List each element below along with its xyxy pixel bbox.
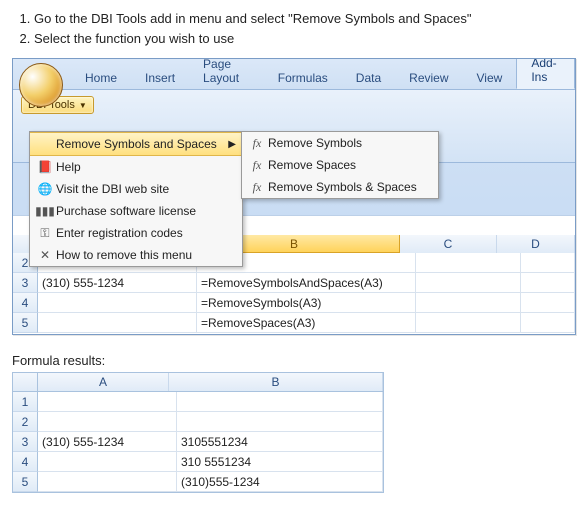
submenu-item-label: Remove Symbols & Spaces bbox=[268, 180, 417, 194]
select-all-corner[interactable] bbox=[13, 373, 38, 391]
submenu-remove-symbols[interactable]: fx Remove Symbols bbox=[242, 132, 438, 154]
cell[interactable]: =RemoveSpaces(A3) bbox=[197, 313, 416, 333]
menu-item-label: Help bbox=[56, 160, 81, 174]
table-row: 4 310 5551234 bbox=[13, 452, 383, 472]
cell[interactable] bbox=[38, 313, 197, 333]
ribbon-tabs: Home Insert Page Layout Formulas Data Re… bbox=[13, 59, 575, 90]
submenu-item-label: Remove Spaces bbox=[268, 158, 356, 172]
cell[interactable]: 310 5551234 bbox=[177, 452, 383, 472]
cell[interactable] bbox=[416, 313, 521, 333]
cell[interactable] bbox=[521, 273, 575, 293]
row-header[interactable]: 5 bbox=[13, 472, 38, 492]
menu-help[interactable]: 📕 Help bbox=[30, 156, 242, 178]
cell[interactable] bbox=[38, 412, 177, 432]
row-header[interactable]: 4 bbox=[13, 452, 38, 472]
tab-page-layout[interactable]: Page Layout bbox=[189, 58, 264, 89]
close-icon: ✕ bbox=[34, 248, 56, 262]
menu-item-label: Purchase software license bbox=[56, 204, 196, 218]
tab-review[interactable]: Review bbox=[395, 66, 462, 89]
menu-visit-site[interactable]: 🌐 Visit the DBI web site bbox=[30, 178, 242, 200]
table-row: 2 bbox=[13, 412, 383, 432]
help-icon: 📕 bbox=[34, 160, 56, 174]
cell[interactable]: =RemoveSymbols(A3) bbox=[197, 293, 416, 313]
cell[interactable]: (310) 555-1234 bbox=[38, 432, 177, 452]
row-header[interactable]: 3 bbox=[13, 273, 38, 293]
submenu-arrow-icon: ▶ bbox=[228, 139, 236, 150]
cell[interactable] bbox=[416, 293, 521, 313]
col-header-a[interactable]: A bbox=[38, 373, 169, 391]
fx-icon: fx bbox=[246, 180, 268, 195]
menu-remove-symbols-spaces[interactable]: Remove Symbols and Spaces ▶ bbox=[30, 132, 242, 156]
cell[interactable] bbox=[521, 293, 575, 313]
row-header[interactable]: 3 bbox=[13, 432, 38, 452]
table-row: 5 =RemoveSpaces(A3) bbox=[13, 313, 575, 333]
menu-item-label: Enter registration codes bbox=[56, 226, 183, 240]
menu-item-label: Remove Symbols and Spaces bbox=[56, 137, 217, 151]
cell[interactable] bbox=[416, 273, 521, 293]
cell[interactable] bbox=[38, 293, 197, 313]
chevron-down-icon: ▼ bbox=[79, 101, 87, 110]
table-row: 3 (310) 555-1234 =RemoveSymbolsAndSpaces… bbox=[13, 273, 575, 293]
instruction-step-2: Select the function you wish to use bbox=[34, 30, 576, 48]
cell[interactable] bbox=[38, 392, 177, 412]
cell[interactable]: (310) 555-1234 bbox=[38, 273, 197, 293]
row-header[interactable]: 4 bbox=[13, 293, 38, 313]
dbi-tools-menu: Remove Symbols and Spaces ▶ 📕 Help 🌐 Vis… bbox=[29, 131, 243, 267]
instruction-step-1: Go to the DBI Tools add in menu and sele… bbox=[34, 10, 576, 28]
cell[interactable] bbox=[38, 452, 177, 472]
table-row: 1 bbox=[13, 392, 383, 412]
results-grid: A B 1 2 3 (310) 555-1234 3105551234 4 31… bbox=[12, 372, 384, 493]
submenu-remove-spaces[interactable]: fx Remove Spaces bbox=[242, 154, 438, 176]
table-row: 3 (310) 555-1234 3105551234 bbox=[13, 432, 383, 452]
table-row: 5 (310)555-1234 bbox=[13, 472, 383, 492]
cell[interactable]: =RemoveSymbolsAndSpaces(A3) bbox=[197, 273, 416, 293]
row-header[interactable]: 5 bbox=[13, 313, 38, 333]
cell[interactable]: (310)555-1234 bbox=[177, 472, 383, 492]
menu-item-label: How to remove this menu bbox=[56, 248, 192, 262]
tab-formulas[interactable]: Formulas bbox=[264, 66, 342, 89]
globe-icon: 🌐 bbox=[34, 182, 56, 196]
col-header-d[interactable]: D bbox=[497, 235, 575, 253]
cell[interactable] bbox=[521, 253, 575, 273]
table-row: 4 =RemoveSymbols(A3) bbox=[13, 293, 575, 313]
results-heading: Formula results: bbox=[12, 353, 576, 368]
tab-view[interactable]: View bbox=[463, 66, 517, 89]
menu-purchase[interactable]: ▮▮▮ Purchase software license bbox=[30, 200, 242, 222]
menu-how-to-remove[interactable]: ✕ How to remove this menu bbox=[30, 244, 242, 266]
fx-icon: fx bbox=[246, 136, 268, 151]
excel-window: Home Insert Page Layout Formulas Data Re… bbox=[12, 58, 576, 335]
cell[interactable] bbox=[416, 253, 521, 273]
tab-insert[interactable]: Insert bbox=[131, 66, 189, 89]
row-header[interactable]: 2 bbox=[13, 412, 38, 432]
col-header-c[interactable]: C bbox=[400, 235, 497, 253]
key-icon: ⚿ bbox=[34, 226, 56, 241]
menu-enter-codes[interactable]: ⚿ Enter registration codes bbox=[30, 222, 242, 244]
submenu-remove-symbols-spaces[interactable]: fx Remove Symbols & Spaces bbox=[242, 176, 438, 198]
cell[interactable] bbox=[177, 392, 383, 412]
submenu-item-label: Remove Symbols bbox=[268, 136, 362, 150]
column-headers: A B bbox=[13, 373, 383, 392]
barcode-icon: ▮▮▮ bbox=[34, 204, 56, 218]
remove-submenu: fx Remove Symbols fx Remove Spaces fx Re… bbox=[241, 131, 439, 199]
col-header-b[interactable]: B bbox=[169, 373, 383, 391]
cell[interactable]: 3105551234 bbox=[177, 432, 383, 452]
cell[interactable] bbox=[38, 472, 177, 492]
instructions-list: Go to the DBI Tools add in menu and sele… bbox=[12, 10, 576, 48]
fx-icon: fx bbox=[246, 158, 268, 173]
cell[interactable] bbox=[521, 313, 575, 333]
cell[interactable] bbox=[177, 412, 383, 432]
menu-item-label: Visit the DBI web site bbox=[56, 182, 169, 196]
tab-data[interactable]: Data bbox=[342, 66, 395, 89]
tab-add-ins[interactable]: Add-Ins bbox=[516, 58, 575, 89]
tab-home[interactable]: Home bbox=[71, 66, 131, 89]
row-header[interactable]: 1 bbox=[13, 392, 38, 412]
